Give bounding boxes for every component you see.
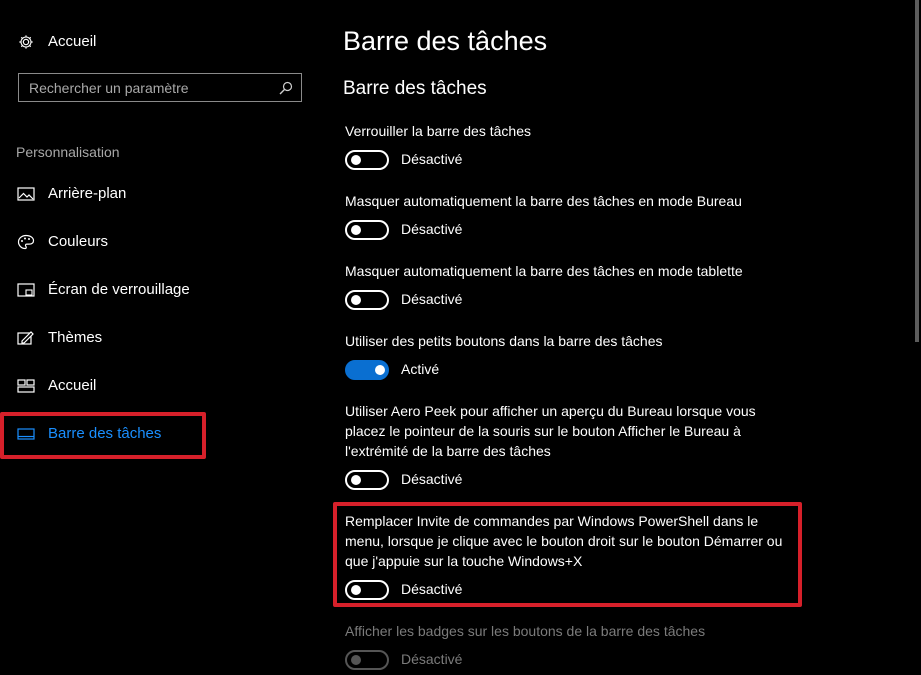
toggle-switch[interactable]	[345, 290, 389, 310]
setting-label: Utiliser des petits boutons dans la barr…	[345, 333, 663, 349]
sidebar-item-label: Accueil	[48, 377, 97, 394]
setting-label: Afficher les badges sur les boutons de l…	[345, 623, 706, 639]
toggle-knob	[351, 155, 361, 165]
toggle-state: Désactivé	[401, 151, 463, 167]
search-icon[interactable]	[279, 81, 293, 95]
sidebar-item-label: Thèmes	[48, 329, 103, 346]
highlight-box-powershell	[333, 502, 802, 607]
sidebar-item-label: Écran de verrouillage	[48, 281, 190, 298]
sidebar: Accueil Rechercher un paramètre Personna…	[0, 0, 320, 675]
toggle-switch	[345, 650, 389, 670]
palette-icon	[17, 234, 35, 250]
lock-screen-icon	[17, 283, 35, 297]
toggle-state: Activé	[401, 361, 440, 377]
setting-lock-taskbar: Verrouiller la barre des tâches Désactiv…	[345, 121, 795, 172]
setting-label: Verrouiller la barre des tâches	[345, 123, 531, 139]
toggle-knob	[351, 655, 361, 665]
toggle-switch[interactable]	[345, 220, 389, 240]
setting-label: Masquer automatiquement la barre des tâc…	[345, 193, 742, 209]
main-content: Barre des tâches Barre des tâches Verrou…	[320, 0, 921, 675]
section-heading: Personnalisation	[16, 144, 120, 160]
toggle-state: Désactivé	[401, 651, 463, 667]
sidebar-item-label: Arrière-plan	[48, 185, 127, 202]
search-placeholder: Rechercher un paramètre	[29, 80, 189, 96]
toggle-state: Désactivé	[401, 291, 463, 307]
toggle-state: Désactivé	[401, 221, 463, 237]
setting-label: Masquer automatiquement la barre des tâc…	[345, 263, 743, 279]
gear-icon	[19, 35, 33, 49]
toggle-state: Désactivé	[401, 471, 463, 487]
setting-small-buttons: Utiliser des petits boutons dans la barr…	[345, 331, 795, 382]
toggle-knob	[351, 295, 361, 305]
brush-icon	[17, 331, 34, 345]
start-icon	[17, 379, 35, 393]
setting-label: Utiliser Aero Peek pour afficher un aper…	[345, 403, 756, 459]
setting-autohide-tablet: Masquer automatiquement la barre des tâc…	[345, 261, 795, 312]
search-input[interactable]: Rechercher un paramètre	[18, 73, 302, 102]
setting-autohide-desktop: Masquer automatiquement la barre des tâc…	[345, 191, 795, 242]
page-title: Barre des tâches	[343, 26, 548, 56]
toggle-switch[interactable]	[345, 360, 389, 380]
scrollbar[interactable]	[915, 0, 919, 342]
toggle-switch[interactable]	[345, 150, 389, 170]
toggle-knob	[351, 225, 361, 235]
section-title: Barre des tâches	[343, 78, 487, 99]
setting-badges: Afficher les badges sur les boutons de l…	[345, 621, 795, 672]
picture-icon	[17, 187, 35, 201]
home-label: Accueil	[48, 33, 97, 50]
toggle-knob	[351, 475, 361, 485]
toggle-switch[interactable]	[345, 470, 389, 490]
highlight-box-sidebar	[0, 412, 206, 459]
setting-aero-peek: Utiliser Aero Peek pour afficher un aper…	[345, 401, 795, 492]
sidebar-item-label: Couleurs	[48, 233, 109, 250]
toggle-knob	[375, 365, 385, 375]
